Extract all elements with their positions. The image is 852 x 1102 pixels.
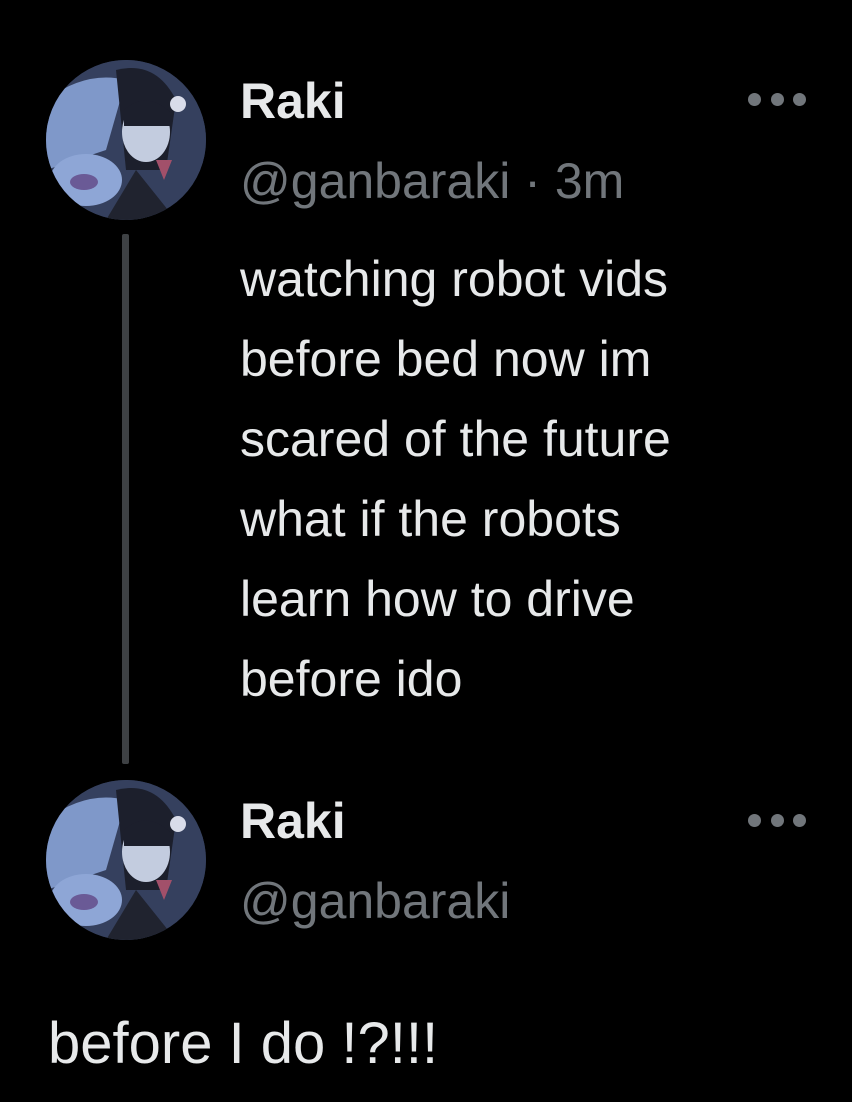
tweet-text-line: watching robot vids xyxy=(240,251,669,307)
tweet-timestamp[interactable]: 3m xyxy=(555,153,624,209)
more-options-icon[interactable] xyxy=(748,813,806,827)
more-dot xyxy=(748,813,761,827)
avatar[interactable] xyxy=(46,60,206,220)
tweet-text-line: learn how to drive xyxy=(240,571,635,627)
avatar-image xyxy=(46,60,206,220)
avatar-image xyxy=(46,780,206,940)
reply-meta: @ganbaraki xyxy=(240,873,510,929)
meta-separator: · xyxy=(524,153,541,209)
avatar[interactable] xyxy=(46,780,206,940)
reply-author-display-name[interactable]: Raki xyxy=(240,793,346,849)
tweet-text-line: scared of the future xyxy=(240,411,671,467)
more-dot xyxy=(793,92,806,106)
thread-connector-line xyxy=(122,234,129,764)
more-dot xyxy=(770,813,784,827)
more-dot xyxy=(748,92,761,106)
author-handle[interactable]: @ganbaraki xyxy=(240,153,510,209)
reply-author-handle[interactable]: @ganbaraki xyxy=(240,873,510,929)
more-options-icon[interactable] xyxy=(748,92,806,106)
tweet-text-line: before ido xyxy=(240,651,463,707)
tweet-text-line: before bed now im xyxy=(240,331,652,387)
reply-text: before I do !?!!! xyxy=(48,1011,439,1076)
more-dot xyxy=(770,92,784,106)
tweet-text: watching robot vids before bed now im sc… xyxy=(240,239,820,719)
author-display-name[interactable]: Raki xyxy=(240,73,346,129)
tweet-text-line: what if the robots xyxy=(240,491,621,547)
more-dot xyxy=(793,813,806,827)
tweet-meta: @ganbaraki · 3m xyxy=(240,153,624,209)
